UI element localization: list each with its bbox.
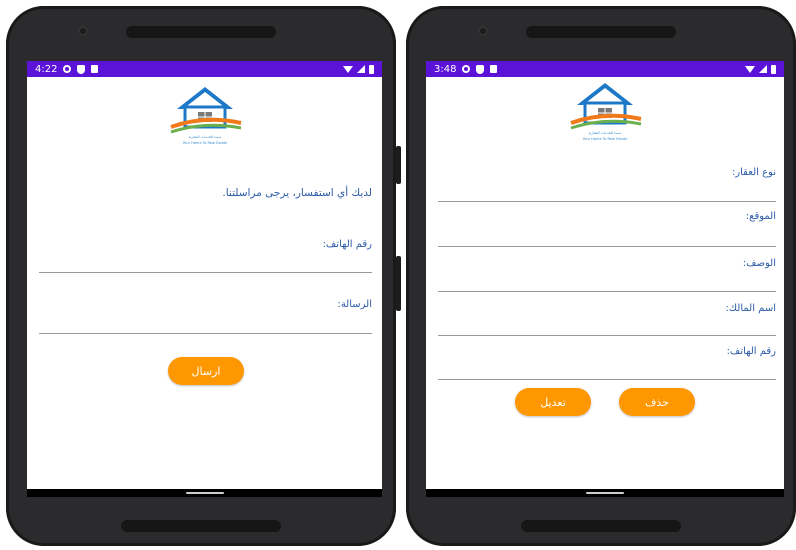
status-time: 4:22 [35, 63, 58, 75]
location-label: الموقع: [745, 211, 776, 222]
phone-frame-left: 4:22 سمنا للخدمات العقارية Your Home To … [6, 6, 401, 546]
description-field[interactable] [438, 291, 776, 292]
earpiece-speaker [526, 26, 676, 38]
phone-label: رقم الهاتف: [726, 346, 776, 357]
power-button [396, 256, 401, 311]
battery-icon [369, 64, 374, 74]
home-handle[interactable] [586, 492, 624, 494]
shield-icon [77, 64, 86, 74]
settings-icon [462, 65, 471, 73]
property-type-label: نوع العقار: [731, 167, 776, 178]
earpiece-speaker [126, 26, 276, 38]
owner-name-field[interactable] [438, 335, 776, 336]
bottom-speaker [521, 520, 681, 532]
nav-bar [27, 489, 382, 497]
status-bar: 4:22 [27, 61, 382, 77]
screen-property-details: 3:48 سمنا للخدمات العقارية Your Home To … [426, 61, 784, 497]
house-logo-icon: سمنا للخدمات العقارية Your Home To Real … [570, 83, 642, 141]
logo-english-text: Your Home To Real Estate [583, 137, 628, 141]
sd-card-icon [91, 65, 99, 73]
settings-icon [63, 65, 72, 73]
front-camera [478, 26, 488, 36]
sd-card-icon [490, 65, 498, 73]
delete-button[interactable]: حذف [619, 388, 695, 416]
description-label: الوصف: [742, 258, 776, 269]
inquiry-text: لديك أي استفسار، يرجى مراسلتنا. [222, 187, 372, 199]
logo-arabic-text: سمنا للخدمات العقارية [589, 131, 622, 135]
phone-frame-right: 3:48 سمنا للخدمات العقارية Your Home To … [406, 6, 796, 546]
bottom-speaker [121, 520, 281, 532]
phone-field[interactable] [39, 272, 372, 273]
location-field[interactable] [438, 246, 776, 247]
logo-arabic-text: سمنا للخدمات العقارية [188, 135, 221, 139]
screen-contact: 4:22 سمنا للخدمات العقارية Your Home To … [27, 61, 382, 497]
message-field[interactable] [39, 333, 372, 334]
property-type-field[interactable] [438, 201, 776, 202]
phone-label: رقم الهاتف: [322, 239, 372, 250]
front-camera [78, 26, 88, 36]
home-handle[interactable] [185, 492, 224, 494]
house-logo-icon: سمنا للخدمات العقارية Your Home To Real … [169, 87, 241, 145]
logo-english-text: Your Home To Real Estate [182, 141, 227, 145]
message-label: الرسالة: [337, 299, 372, 310]
status-bar: 3:48 [426, 61, 784, 77]
wifi-icon [745, 65, 755, 73]
shield-icon [476, 64, 485, 74]
send-button[interactable]: ارسال [168, 357, 244, 385]
volume-button [396, 146, 401, 184]
owner-name-label: اسم المالك: [725, 303, 777, 314]
signal-icon [357, 65, 365, 73]
battery-icon [771, 64, 776, 74]
edit-button[interactable]: تعديل [515, 388, 591, 416]
nav-bar [426, 489, 784, 497]
wifi-icon [343, 65, 353, 73]
status-time: 3:48 [434, 63, 457, 75]
signal-icon [759, 65, 767, 73]
phone-field[interactable] [438, 379, 776, 380]
